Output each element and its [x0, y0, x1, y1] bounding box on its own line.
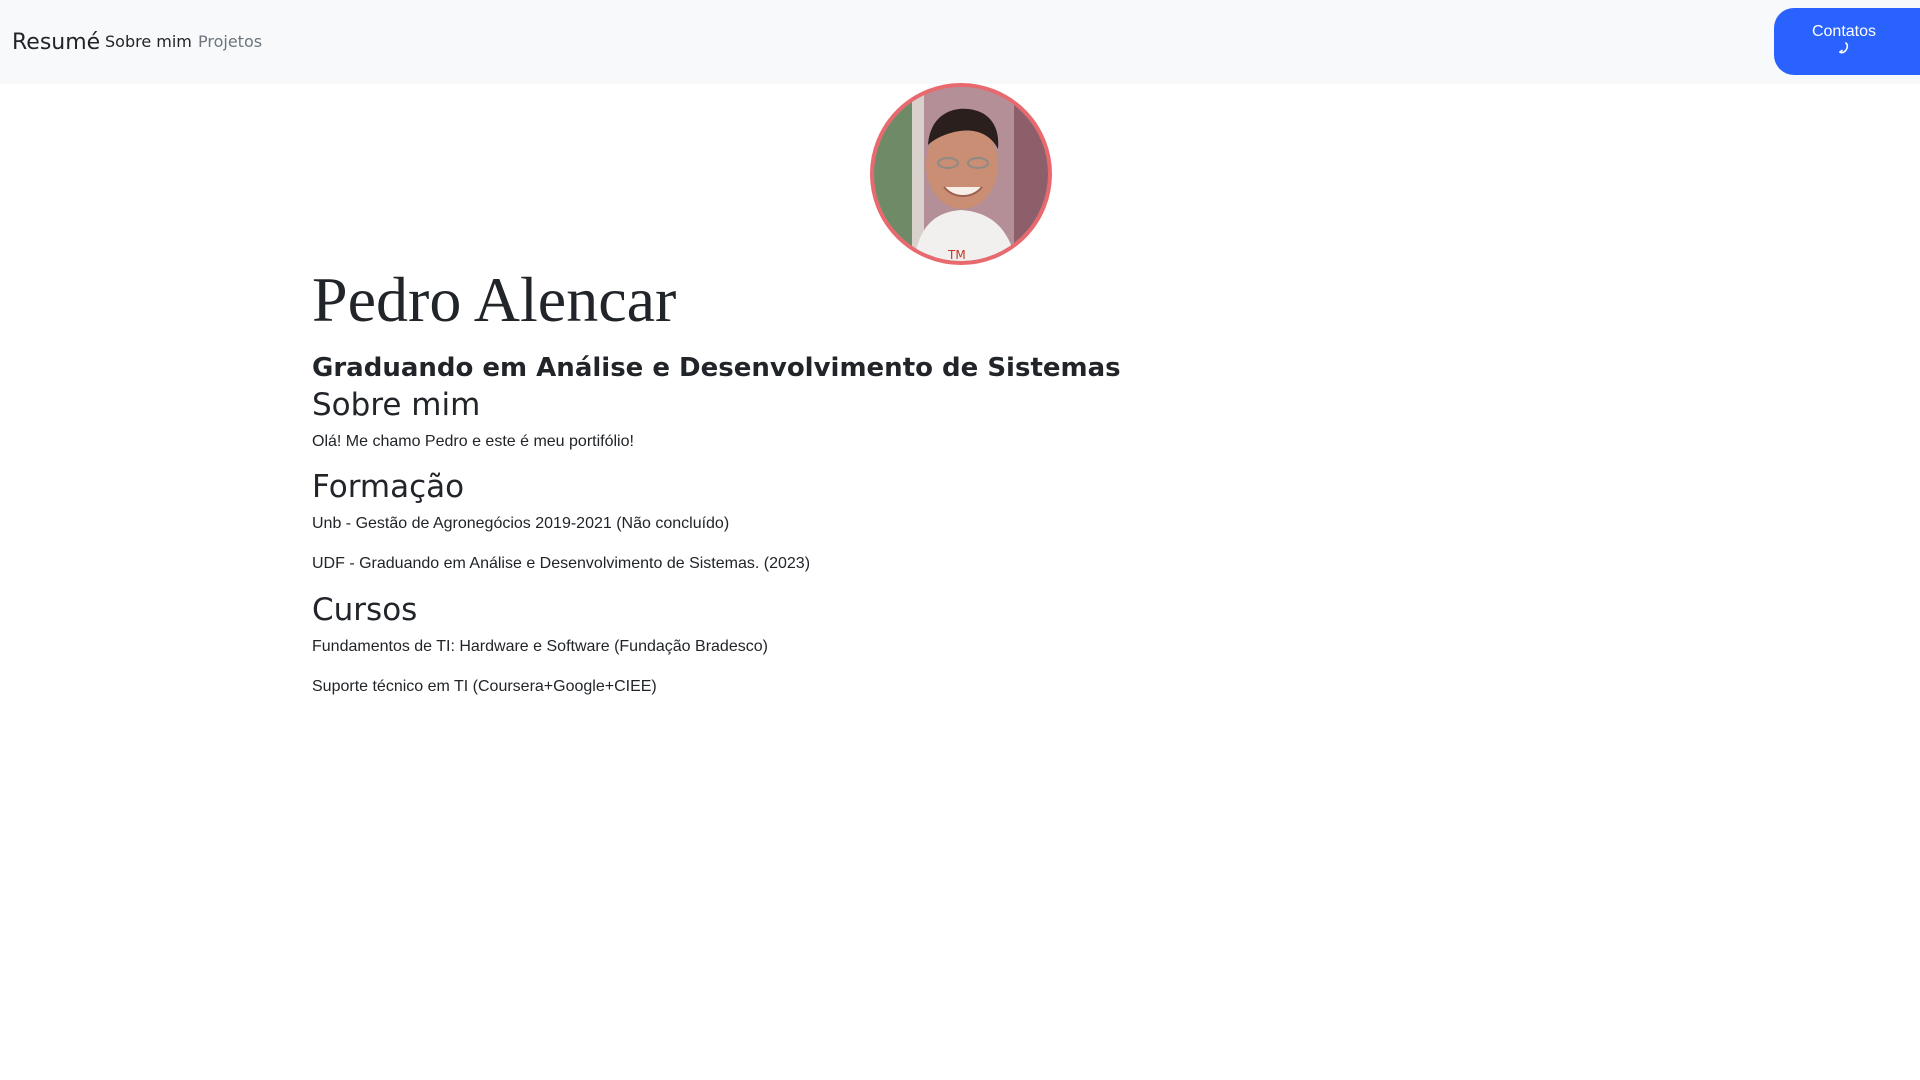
about-text: Olá! Me chamo Pedro e este é meu portifó… [312, 433, 634, 450]
nav-link-sobre-mim[interactable]: Sobre mim [105, 32, 192, 52]
course-item: Suporte técnico em TI (Coursera+Google+C… [312, 678, 657, 695]
profile-avatar: TM [870, 83, 1052, 265]
svg-text:TM: TM [947, 248, 966, 261]
education-title: Formação [312, 469, 465, 505]
courses-title: Cursos [312, 592, 418, 628]
profile-name: Pedro Alencar [312, 264, 677, 335]
top-navbar: Resumé Sobre mim Projetos Contatos [0, 0, 1920, 84]
nav-link-projetos[interactable]: Projetos [198, 32, 262, 52]
course-item: Fundamentos de TI: Hardware e Software (… [312, 638, 768, 655]
about-title: Sobre mim [312, 387, 481, 423]
education-item: Unb - Gestão de Agronegócios 2019-2021 (… [312, 515, 730, 532]
profile-photo: TM [874, 87, 1048, 261]
contatos-button-label: Contatos [1811, 23, 1877, 40]
contatos-button[interactable]: Contatos [1774, 8, 1920, 75]
profile-subtitle: Graduando em Análise e Desenvolvimento d… [312, 353, 1121, 383]
brand-link[interactable]: Resumé [12, 29, 100, 56]
education-item: UDF - Graduando em Análise e Desenvolvim… [312, 555, 811, 572]
phone-icon [1839, 42, 1849, 54]
